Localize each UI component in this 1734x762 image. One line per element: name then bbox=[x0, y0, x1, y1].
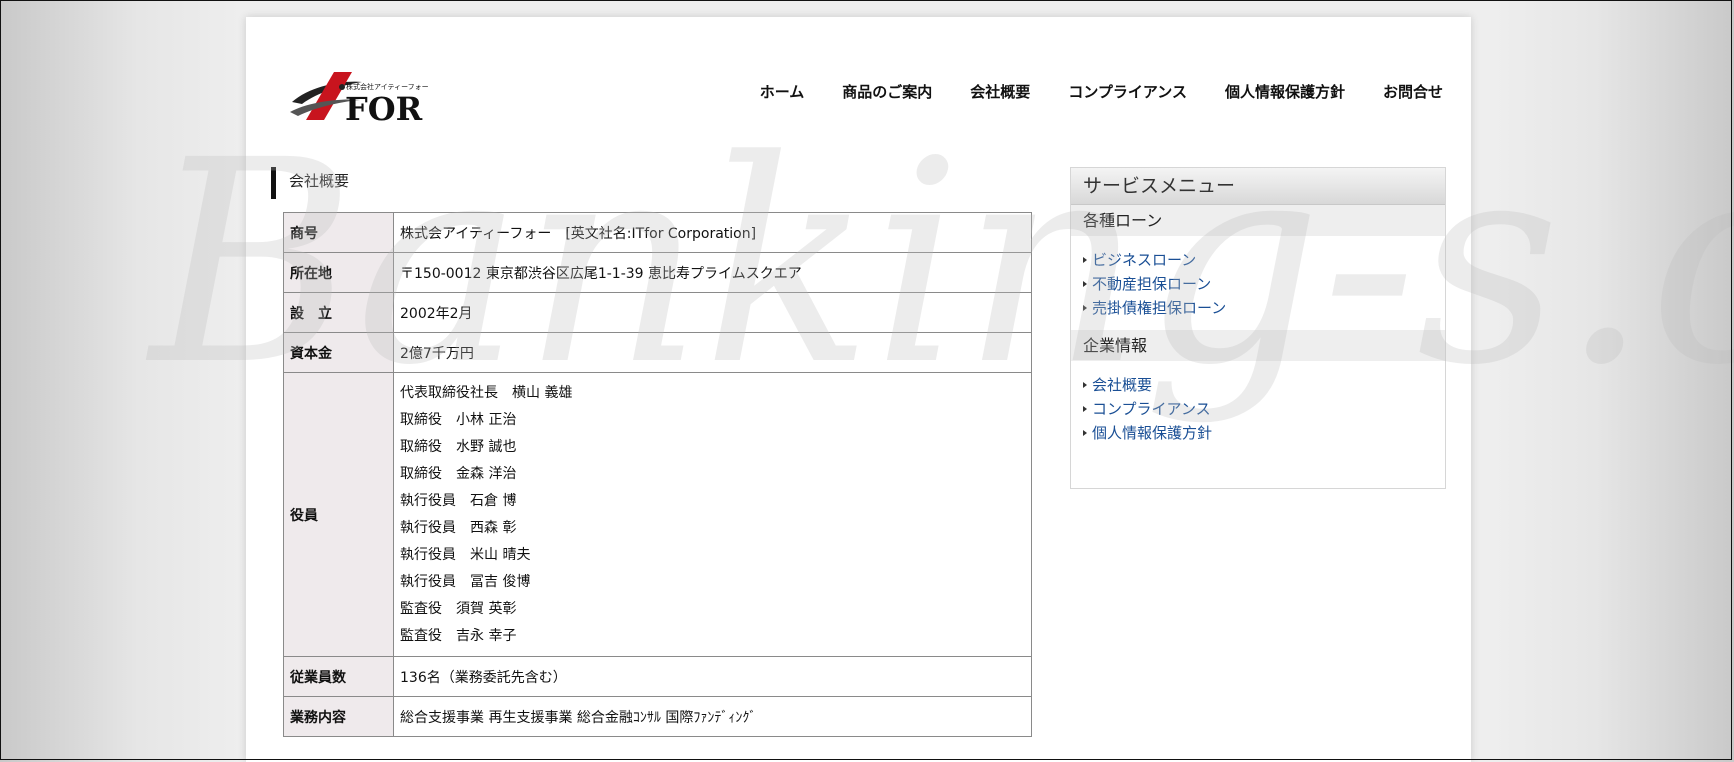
nav-home[interactable]: ホーム bbox=[760, 81, 805, 102]
company-links: 会社概要 コンプライアンス 個人情報保護方針 bbox=[1071, 361, 1445, 455]
list-item: 売掛債権担保ローン bbox=[1083, 296, 1445, 320]
arrow-right-icon bbox=[1083, 429, 1087, 436]
list-item: 執行役員 冨吉 俊博 bbox=[400, 574, 531, 590]
table-row-officers: 役員 代表取締役社長 横山 義雄 取締役 小林 正治 取締役 水野 誠也 取締役… bbox=[283, 372, 1032, 657]
list-item: 執行役員 米山 晴夫 bbox=[400, 547, 531, 563]
list-item: 執行役員 西森 彰 bbox=[400, 520, 517, 536]
nav-compliance[interactable]: コンプライアンス bbox=[1068, 81, 1187, 102]
table-row: 資本金 2億7千万円 bbox=[283, 332, 1032, 373]
row-label: 所在地 bbox=[283, 252, 394, 293]
officers-cell: 代表取締役社長 横山 義雄 取締役 小林 正治 取締役 水野 誠也 取締役 金森… bbox=[393, 372, 1032, 657]
service-menu: サービスメニュー 各種ローン ビジネスローン 不動産担保ローン 売掛債権担保ロー… bbox=[1070, 167, 1446, 489]
company-info-table: 商号 株式会アイティーフォー [英文社名:ITfor Corporation] … bbox=[283, 212, 1032, 737]
list-item: 個人情報保護方針 bbox=[1083, 421, 1445, 445]
section-title-loans: 各種ローン bbox=[1071, 205, 1445, 236]
arrow-right-icon bbox=[1083, 256, 1087, 263]
link-business-loan[interactable]: ビジネスローン bbox=[1092, 251, 1196, 269]
row-label: 資本金 bbox=[283, 332, 394, 373]
arrow-right-icon bbox=[1083, 280, 1087, 287]
list-item: 代表取締役社長 横山 義雄 bbox=[400, 385, 573, 401]
nav-company[interactable]: 会社概要 bbox=[970, 81, 1030, 102]
table-row: 従業員数 136名（業務委託先含む） bbox=[283, 656, 1032, 697]
row-label: 業務内容 bbox=[283, 696, 394, 737]
page-title: 会社概要 bbox=[271, 167, 349, 199]
row-label: 設 立 bbox=[283, 292, 394, 333]
list-item: 取締役 金森 洋治 bbox=[400, 466, 517, 482]
list-item: ビジネスローン bbox=[1083, 248, 1445, 272]
logo-small-text: 株式会社アイティーフォー bbox=[346, 82, 429, 91]
link-company-overview[interactable]: 会社概要 bbox=[1092, 376, 1152, 394]
link-real-estate-loan[interactable]: 不動産担保ローン bbox=[1092, 275, 1211, 293]
row-value: 136名（業務委託先含む） bbox=[393, 656, 1032, 697]
officers-list: 代表取締役社長 横山 義雄 取締役 小林 正治 取締役 水野 誠也 取締役 金森… bbox=[400, 373, 1031, 656]
row-value: 2002年2月 bbox=[393, 292, 1032, 333]
table-row: 設 立 2002年2月 bbox=[283, 292, 1032, 333]
section-title-company: 企業情報 bbox=[1071, 330, 1445, 361]
loan-links: ビジネスローン 不動産担保ローン 売掛債権担保ローン bbox=[1071, 236, 1445, 330]
logo-text: FOR bbox=[345, 90, 423, 128]
list-item: 執行役員 石倉 博 bbox=[400, 493, 517, 509]
nav-privacy[interactable]: 個人情報保護方針 bbox=[1225, 81, 1345, 102]
arrow-right-icon bbox=[1083, 304, 1087, 311]
page-container: FOR 株式会社アイティーフォー ホーム 商品のご案内 会社概要 コンプライアン… bbox=[246, 17, 1471, 762]
row-label: 役員 bbox=[283, 372, 394, 657]
company-logo[interactable]: FOR 株式会社アイティーフォー bbox=[288, 72, 446, 142]
list-item: 監査役 吉永 幸子 bbox=[400, 628, 517, 644]
row-label: 商号 bbox=[283, 212, 394, 253]
nav-products[interactable]: 商品のご案内 bbox=[842, 81, 932, 102]
row-value: 〒150-0012 東京都渋谷区広尾1-1-39 恵比寿プライムスクエア bbox=[393, 252, 1032, 293]
list-item: コンプライアンス bbox=[1083, 397, 1445, 421]
arrow-right-icon bbox=[1083, 381, 1087, 388]
logo-mark-icon: FOR 株式会社アイティーフォー bbox=[290, 72, 429, 128]
table-row: 業務内容 総合支援事業 再生支援事業 総合金融ｺﾝｻﾙ 国際ﾌｧﾝﾃﾞｨﾝｸﾞ bbox=[283, 696, 1032, 737]
list-item: 会社概要 bbox=[1083, 373, 1445, 397]
list-item: 取締役 小林 正治 bbox=[400, 412, 517, 428]
arrow-right-icon bbox=[1083, 405, 1087, 412]
row-value: 総合支援事業 再生支援事業 総合金融ｺﾝｻﾙ 国際ﾌｧﾝﾃﾞｨﾝｸﾞ bbox=[393, 696, 1032, 737]
table-row: 所在地 〒150-0012 東京都渋谷区広尾1-1-39 恵比寿プライムスクエア bbox=[283, 252, 1032, 293]
list-item: 取締役 水野 誠也 bbox=[400, 439, 517, 455]
row-value: 2億7千万円 bbox=[393, 332, 1032, 373]
link-privacy-policy[interactable]: 個人情報保護方針 bbox=[1092, 424, 1212, 442]
link-compliance[interactable]: コンプライアンス bbox=[1092, 400, 1211, 418]
row-label: 従業員数 bbox=[283, 656, 394, 697]
service-menu-title: サービスメニュー bbox=[1071, 168, 1445, 205]
row-value: 株式会アイティーフォー [英文社名:ITfor Corporation] bbox=[393, 212, 1032, 253]
nav-contact[interactable]: お問合せ bbox=[1383, 81, 1443, 102]
global-nav: ホーム 商品のご案内 会社概要 コンプライアンス 個人情報保護方針 お問合せ bbox=[760, 81, 1443, 102]
list-item: 監査役 須賀 英彰 bbox=[400, 601, 517, 617]
table-row: 商号 株式会アイティーフォー [英文社名:ITfor Corporation] bbox=[283, 212, 1032, 253]
list-item: 不動産担保ローン bbox=[1083, 272, 1445, 296]
link-receivables-loan[interactable]: 売掛債権担保ローン bbox=[1092, 299, 1226, 317]
